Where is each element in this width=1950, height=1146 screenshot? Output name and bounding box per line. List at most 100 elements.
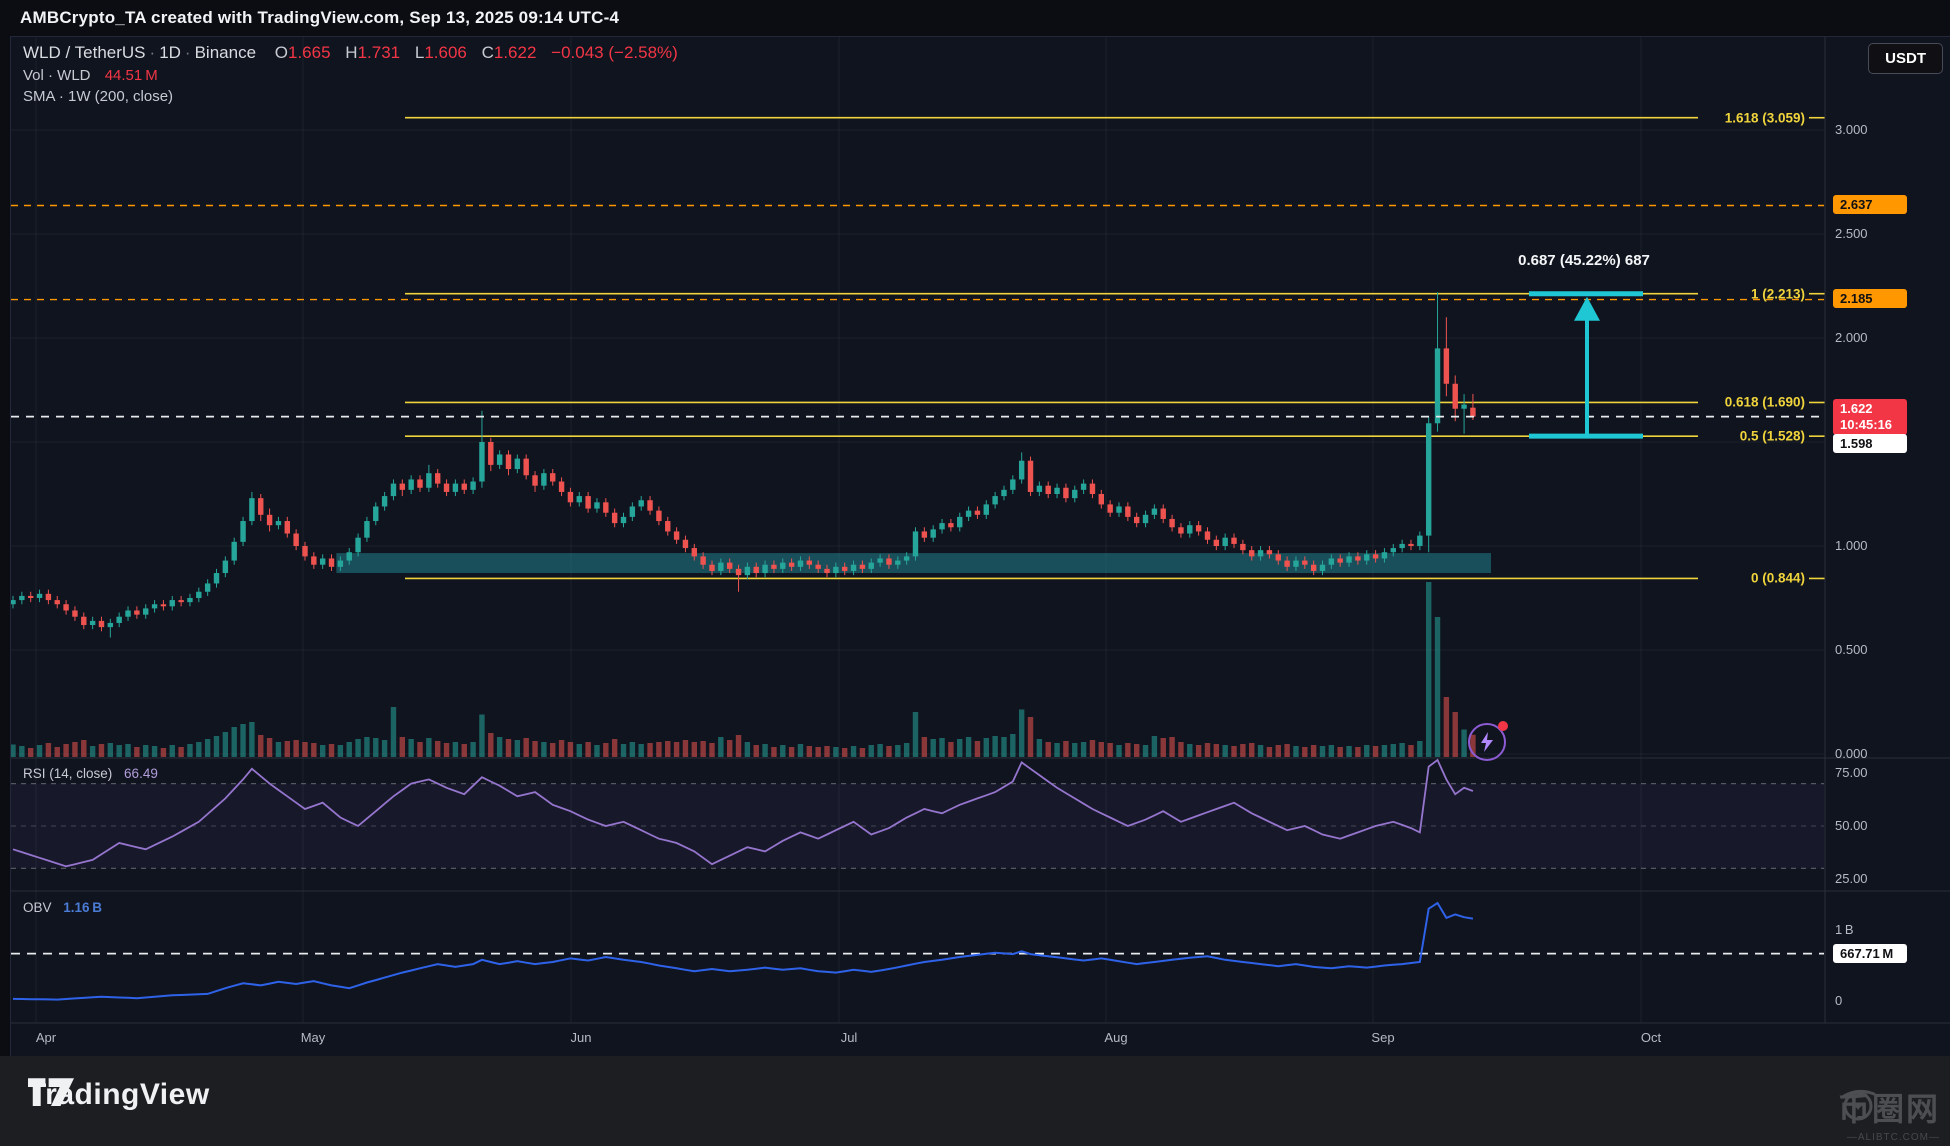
volume-bar: [152, 746, 157, 757]
candle-body: [1276, 554, 1281, 560]
candle-body: [877, 558, 882, 562]
volume-bar: [612, 739, 617, 757]
volume-bar: [1355, 747, 1360, 757]
candle-body: [718, 563, 723, 571]
volume-bar: [930, 739, 935, 757]
candle-body: [1470, 408, 1475, 417]
volume-bar: [444, 743, 449, 757]
spark-lightning-icon[interactable]: [1468, 723, 1506, 761]
candle-body: [568, 492, 573, 502]
candle-body: [488, 442, 493, 465]
candle-body: [904, 556, 909, 560]
candle-body: [1453, 384, 1458, 409]
candle-body: [771, 565, 776, 569]
candle-body: [161, 604, 166, 606]
volume-bar: [1364, 745, 1369, 757]
tradingview-logo[interactable]: TradingView: [28, 1078, 210, 1112]
volume-bar: [1461, 730, 1466, 758]
candle-body: [1046, 486, 1051, 494]
candle-body: [754, 567, 759, 573]
candle-body: [267, 515, 272, 525]
candle-body: [1399, 544, 1404, 548]
candle-body: [1302, 561, 1307, 565]
candle-body: [1214, 540, 1219, 546]
volume-bar: [1196, 745, 1201, 757]
candle-body: [462, 484, 467, 490]
candle-body: [647, 500, 652, 510]
candle-body: [400, 484, 405, 490]
volume-bar: [700, 741, 705, 757]
volume-bar: [807, 746, 812, 757]
volume-bar: [877, 744, 882, 757]
alert-price-badge-2185: 2.185: [1833, 289, 1907, 308]
tradingview-logo-icon: [28, 1078, 74, 1107]
volume-bar: [55, 747, 60, 757]
candle-body: [214, 573, 219, 583]
volume-bar: [497, 737, 502, 757]
candle-body: [1373, 554, 1378, 558]
obv-legend-row[interactable]: OBV 1.16 B: [23, 900, 102, 915]
candle-body: [585, 496, 590, 508]
rsi-tick: 50.00: [1835, 818, 1868, 833]
watermark-subtext: —ALIBTC.COM—: [1838, 1132, 1940, 1143]
candle-body: [125, 610, 130, 616]
volume-bar: [1329, 745, 1334, 757]
rsi-legend-row[interactable]: RSI (14, close) 66.49: [23, 766, 158, 781]
footer-bar: TradingView ✦ 币圈网 —ALIBTC.COM—: [0, 1056, 1950, 1146]
candle-body: [1408, 544, 1413, 546]
volume-bar: [559, 740, 564, 757]
volume-bar: [99, 744, 104, 757]
volume-bar: [37, 745, 42, 757]
volume-bar: [683, 740, 688, 757]
volume-bar: [771, 747, 776, 757]
arrow-head[interactable]: [1574, 297, 1600, 321]
candle-body: [1037, 486, 1042, 492]
volume-bar: [1240, 744, 1245, 757]
candle-body: [948, 523, 953, 527]
interval-label[interactable]: 1D: [159, 43, 181, 62]
candle-body: [1107, 504, 1112, 512]
candle-body: [922, 531, 927, 537]
candle-body: [630, 506, 635, 516]
candle-body: [833, 567, 838, 573]
price-tick: 1.000: [1835, 538, 1868, 553]
symbol-legend-row[interactable]: WLD / TetherUS·1D·Binance O1.665 H1.731 …: [23, 43, 678, 63]
fib-extension-annotation[interactable]: 0.687 (45.22%) 687: [1518, 252, 1650, 269]
volume-bar: [161, 748, 166, 757]
open-label: O: [261, 43, 288, 62]
sma-legend-row[interactable]: SMA · 1W (200, close): [23, 88, 678, 105]
candle-body: [1435, 348, 1440, 423]
candle-body: [497, 454, 502, 464]
site-watermark: ✦ 币圈网 —ALIBTC.COM—: [1838, 1084, 1940, 1143]
volume-bar: [1116, 745, 1121, 757]
candle-body: [417, 479, 422, 487]
candle-body: [656, 511, 661, 521]
time-axis-month: May: [291, 1030, 335, 1045]
candle-body: [1196, 525, 1201, 531]
candle-body: [1364, 554, 1369, 560]
volume-bar: [1293, 746, 1298, 757]
volume-bar: [621, 744, 626, 757]
volume-bar: [647, 743, 652, 757]
volume-bar: [479, 715, 484, 758]
candle-body: [249, 498, 254, 521]
volume-legend-row[interactable]: Vol · WLD 44.51 M: [23, 67, 678, 84]
candle-body: [975, 511, 980, 515]
volume-bar: [1063, 741, 1068, 757]
candle-body: [842, 567, 847, 571]
volume-bar: [1054, 743, 1059, 757]
candle-body: [506, 454, 511, 469]
volume-bar: [869, 745, 874, 757]
candle-body: [745, 567, 750, 575]
rsi-value: 66.49: [116, 766, 158, 781]
volume-bar: [1302, 747, 1307, 757]
candle-body: [1231, 538, 1236, 544]
candle-body: [81, 617, 86, 625]
volume-bar: [762, 744, 767, 757]
obv-tick: 1 B: [1835, 922, 1854, 937]
volume-bar: [1435, 617, 1440, 757]
volume-bar: [1399, 743, 1404, 757]
currency-badge[interactable]: USDT: [1868, 43, 1943, 74]
chart-canvas[interactable]: [11, 37, 1950, 1057]
volume-bar: [1267, 747, 1272, 757]
